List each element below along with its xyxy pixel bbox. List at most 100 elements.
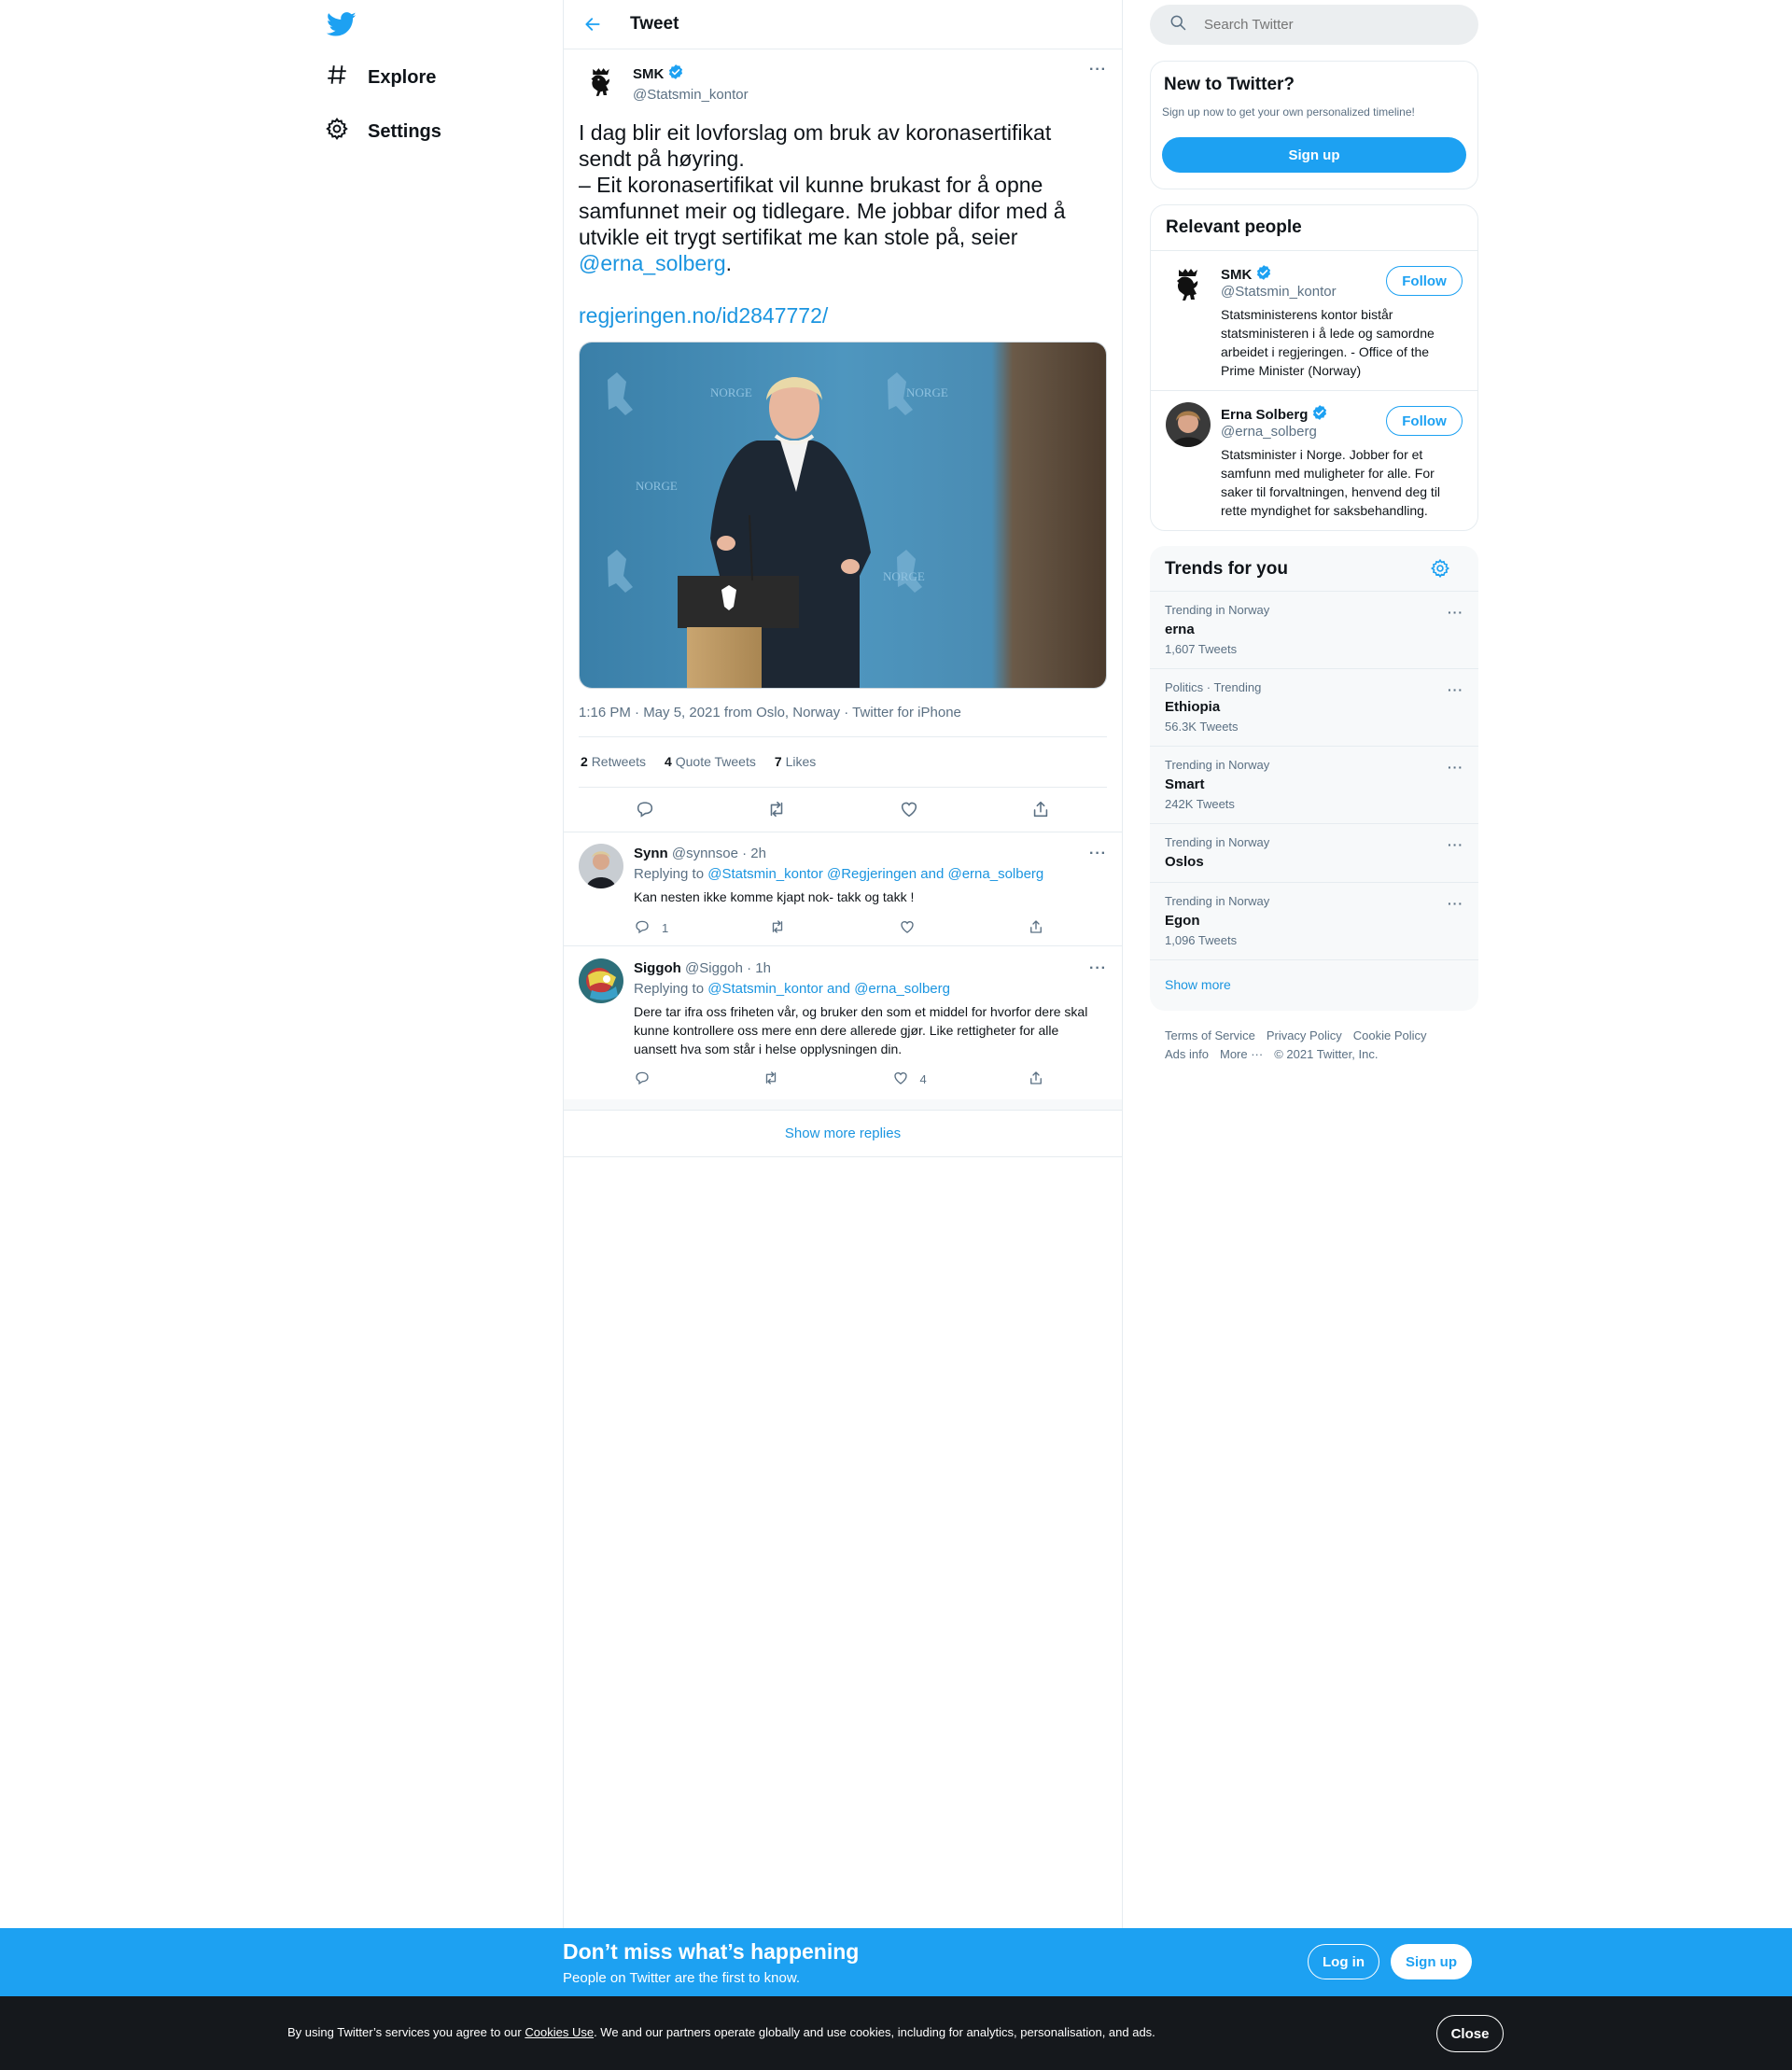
retweets-stat[interactable]: 2 Retweets [581, 754, 646, 769]
person-cell[interactable]: Erna Solberg @erna_solberg Statsminister… [1151, 390, 1477, 530]
more-options-icon[interactable]: ··· [1448, 682, 1463, 697]
tweet-photo[interactable]: NORGE NORGE NORGE NORGE [579, 342, 1107, 689]
card-title: Relevant people [1166, 217, 1302, 237]
trend-item[interactable]: Trending in Norway Smart 242K Tweets ··· [1150, 746, 1478, 823]
person-bio: Statsminister i Norge. Jobber for et sam… [1221, 447, 1441, 518]
person-name[interactable]: SMK [1221, 267, 1252, 283]
more-options-icon[interactable]: ··· [1448, 605, 1463, 620]
footer-link[interactable]: Privacy Policy [1267, 1027, 1342, 1045]
share-icon[interactable] [1027, 795, 1055, 823]
press-conference-image: NORGE NORGE NORGE NORGE [580, 343, 1106, 688]
trend-item[interactable]: Politics · Trending Ethiopia 56.3K Tweet… [1150, 668, 1478, 746]
avatar[interactable] [579, 958, 623, 1003]
share-action[interactable] [1028, 918, 1044, 938]
trend-item[interactable]: Trending in Norway erna 1,607 Tweets ··· [1150, 591, 1478, 668]
reply-author-name[interactable]: Synn [634, 846, 668, 861]
sign-text-norge-4: NORGE [883, 569, 925, 583]
sign-text-norge-2: NORGE [906, 385, 948, 399]
replying-to-mentions[interactable]: @Statsmin_kontor @Regjeringen and @erna_… [707, 866, 1043, 882]
more-options-icon[interactable]: ··· [1089, 846, 1107, 862]
likes-stat[interactable]: 7 Likes [775, 754, 816, 769]
reply-action[interactable]: 1 [634, 918, 668, 938]
more-options-icon[interactable]: ··· [1089, 62, 1107, 78]
back-arrow-icon[interactable] [574, 6, 611, 43]
trend-name: Oslos [1165, 854, 1204, 870]
reply-tweet[interactable]: Synn @synnsoe · 2h ··· Replying to @Stat… [564, 832, 1122, 946]
reply-header: Synn @synnsoe · 2h [634, 846, 766, 861]
footer-more-link[interactable]: More ··· [1220, 1045, 1263, 1064]
reply-text: Dere tar ifra oss friheten vår, og bruke… [634, 1004, 1088, 1056]
reply-tweet[interactable]: Siggoh @Siggoh · 1h ··· Replying to @Sta… [564, 947, 1122, 1099]
retweet-action[interactable] [763, 1070, 791, 1089]
search-input[interactable] [1204, 17, 1447, 33]
footer-link[interactable]: Ads info [1165, 1045, 1209, 1064]
retweet-icon [763, 1070, 779, 1089]
more-options-icon[interactable]: ··· [1448, 760, 1463, 775]
person-name[interactable]: Erna Solberg [1221, 407, 1308, 423]
trend-context: Politics · Trending [1165, 680, 1262, 694]
trend-count: 242K Tweets [1165, 797, 1235, 811]
show-more-replies-button[interactable]: Show more replies [564, 1111, 1122, 1157]
author-handle[interactable]: @Statsmin_kontor [633, 87, 749, 103]
reply-icon[interactable] [631, 795, 659, 823]
reply-author-name[interactable]: Siggoh [634, 960, 681, 976]
mention-link[interactable]: @erna_solberg [579, 251, 726, 275]
footer-link[interactable]: Terms of Service [1165, 1027, 1255, 1045]
reply-action[interactable] [634, 1070, 662, 1089]
trend-context: Trending in Norway [1165, 894, 1270, 908]
like-action[interactable]: 4 [892, 1070, 927, 1089]
nav-item-explore[interactable]: Explore [325, 53, 436, 102]
replying-to-mentions[interactable]: @Statsmin_kontor and @erna_solberg [707, 981, 950, 997]
like-heart-icon [892, 1070, 909, 1089]
person-handle[interactable]: @erna_solberg [1221, 424, 1317, 440]
avatar[interactable] [1166, 262, 1211, 307]
more-options-icon[interactable]: ··· [1448, 837, 1463, 852]
quote-tweets-stat[interactable]: 4 Quote Tweets [665, 754, 756, 769]
trend-context: Trending in Norway [1165, 603, 1270, 617]
trend-count: 56.3K Tweets [1165, 720, 1239, 734]
trend-name: Egon [1165, 913, 1200, 929]
person-handle[interactable]: @Statsmin_kontor [1221, 284, 1337, 300]
tweet-url-link[interactable]: regjeringen.no/id2847772/ [579, 303, 828, 329]
author-name[interactable]: SMK [633, 66, 664, 82]
verified-badge-icon [1311, 404, 1328, 425]
retweet-icon [769, 918, 786, 938]
nav-item-settings[interactable]: Settings [325, 107, 441, 156]
retweet-action[interactable] [769, 918, 797, 938]
reply-meta[interactable]: @synnsoe · 2h [672, 846, 766, 861]
sign-up-button[interactable]: Sign up [1391, 1944, 1472, 1979]
tweet-timestamp[interactable]: 1:16 PM · May 5, 2021 from Oslo, Norway … [579, 705, 961, 720]
log-in-button[interactable]: Log in [1308, 1944, 1379, 1979]
sign-up-button[interactable]: Sign up [1162, 137, 1466, 173]
twitter-logo-icon[interactable] [326, 9, 357, 39]
avatar[interactable] [579, 60, 623, 105]
person-cell[interactable]: SMK @Statsmin_kontor Statsministerens ko… [1151, 250, 1477, 390]
tweet-author: SMK @Statsmin_kontor [579, 60, 749, 105]
trend-item[interactable]: Trending in Norway Egon 1,096 Tweets ··· [1150, 882, 1478, 959]
show-more-link[interactable]: Show more [1165, 977, 1231, 992]
footer-link[interactable]: Cookie Policy [1353, 1027, 1427, 1045]
copyright: © 2021 Twitter, Inc. [1274, 1047, 1379, 1061]
follow-button[interactable]: Follow [1386, 266, 1463, 296]
trend-context: Trending in Norway [1165, 835, 1270, 849]
gear-icon[interactable] [1430, 558, 1450, 583]
more-options-icon[interactable]: ··· [1089, 960, 1107, 977]
more-options-icon[interactable]: ··· [1448, 896, 1463, 911]
trend-count: 1,607 Tweets [1165, 642, 1238, 656]
reply-meta[interactable]: @Siggoh · 1h [685, 960, 771, 976]
avatar[interactable] [579, 844, 623, 888]
verified-badge-icon [1255, 264, 1272, 285]
avatar[interactable] [1166, 402, 1211, 447]
close-button[interactable]: Close [1436, 2015, 1504, 2052]
divider [579, 736, 1107, 737]
trend-item[interactable]: Trending in Norway Oslos ··· [1150, 823, 1478, 882]
follow-button[interactable]: Follow [1386, 406, 1463, 436]
search-box[interactable] [1150, 5, 1478, 45]
like-action[interactable] [899, 918, 927, 938]
retweet-icon[interactable] [763, 795, 791, 823]
share-action[interactable] [1028, 1070, 1044, 1089]
cookies-use-link[interactable]: Cookies Use [525, 2025, 594, 2039]
show-more-trends[interactable]: Show more [1150, 959, 1478, 1011]
card-subtitle: Sign up now to get your own personalized… [1162, 105, 1415, 119]
like-heart-icon[interactable] [895, 795, 923, 823]
